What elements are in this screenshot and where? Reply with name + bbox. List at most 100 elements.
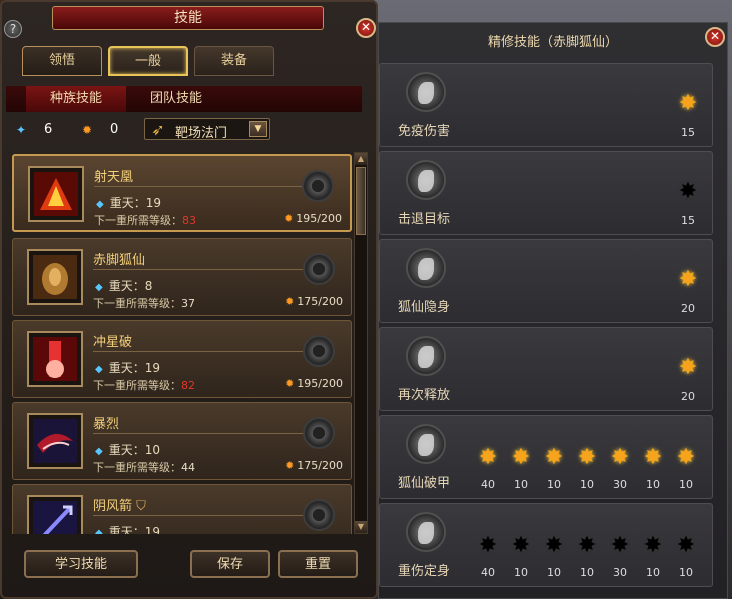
divider: [93, 269, 309, 270]
skills-window: 技能 ? ✕ 领悟 一般 装备 种族技能 团队技能 ✦ 6 ✹ 0 ➶ 靶场法门…: [0, 0, 378, 599]
fox-paw-icon: [406, 336, 446, 376]
star-lit-icon[interactable]: ✸: [575, 446, 599, 470]
refine-row[interactable]: 免疫伤害 ✸ 15: [379, 63, 713, 147]
refine-row[interactable]: 重伤定身 ✸ 40 ✸ 10 ✸ 10 ✸ 10 ✸ 30 ✸ 10 ✸ 10: [379, 503, 713, 587]
skill-list-scrollbar[interactable]: ▲ ▼: [354, 152, 368, 534]
skill-level: ◆ 重天：8: [95, 277, 152, 294]
star-cost-value: 30: [613, 478, 627, 491]
tab-equipment[interactable]: 装备: [194, 46, 274, 76]
star-cost-value: 10: [580, 566, 594, 579]
reset-button[interactable]: 重置: [278, 550, 358, 578]
next-level-row: 下一重所需等级：82: [93, 377, 195, 393]
next-level-row: 下一重所需等级：37: [93, 295, 195, 311]
diamond-icon: ◆: [95, 364, 103, 375]
skill-icon-frame: [27, 495, 83, 534]
refine-label: 狐仙破甲: [398, 476, 451, 491]
scroll-up-icon[interactable]: ▲: [355, 153, 367, 165]
star-empty-icon[interactable]: ✸: [676, 180, 700, 204]
level-label: 重天：19: [108, 525, 160, 534]
scroll-thumb[interactable]: [356, 167, 366, 235]
skill-slot-ring[interactable]: [302, 170, 334, 202]
skill-cost: ✹ 195/200: [284, 212, 342, 225]
refine-skill-panel: 精修技能（赤脚狐仙） 免疫伤害 ✸ 15 击退目标 ✸ 15 狐仙隐身 ✸ 20 再次释放 ✸ 20 狐…: [378, 22, 728, 599]
next-level-value: 37: [181, 297, 195, 310]
skill-level: ◆ 重天：19: [95, 359, 160, 376]
star-cost-value: 10: [679, 566, 693, 579]
star-empty-icon[interactable]: ✸: [542, 534, 566, 558]
orb-icon: ✹: [285, 295, 295, 308]
star-cost-value: 10: [514, 566, 528, 579]
cost-value: 175/200: [297, 459, 343, 472]
skill-slot-ring[interactable]: [303, 253, 335, 285]
star-cost-value: 10: [646, 478, 660, 491]
skill-name: 赤脚狐仙: [93, 253, 146, 268]
learn-skill-button[interactable]: 学习技能: [24, 550, 138, 578]
skill-name-text: 阴风箭: [93, 499, 133, 514]
skill-card[interactable]: 冲星破 ◆ 重天：19 下一重所需等级：82 ✹ 195/200: [12, 320, 352, 398]
next-level-label: 下一重所需等级：: [93, 461, 181, 474]
star-empty-icon[interactable]: ✸: [674, 534, 698, 558]
next-level-label: 下一重所需等级：: [93, 379, 181, 392]
points-bar: ✦ 6 ✹ 0 ➶ 靶场法门 ▼: [12, 118, 372, 141]
fox-paw-icon: [406, 512, 446, 552]
skill-name: 射天凰: [94, 170, 134, 185]
fox-paw-icon: [406, 72, 446, 112]
star-cost-value: 20: [681, 390, 695, 403]
skill-name: 暴烈: [93, 417, 120, 432]
cost-value: 195/200: [296, 212, 342, 225]
star-empty-icon[interactable]: ✸: [476, 534, 500, 558]
refine-row[interactable]: 再次释放 ✸ 20: [379, 327, 713, 411]
shadow-arrow-skill-icon: [33, 501, 77, 534]
skill-level: ◆ 重天：10: [95, 441, 160, 458]
star-lit-icon[interactable]: ✸: [509, 446, 533, 470]
star-lit-icon[interactable]: ✸: [608, 446, 632, 470]
skill-card[interactable]: 阴风箭 ⛉ ◆ 重天：19: [12, 484, 352, 534]
star-burst-skill-icon: [33, 337, 77, 381]
divider: [93, 433, 309, 434]
star-lit-icon[interactable]: ✸: [641, 446, 665, 470]
refine-row[interactable]: 狐仙隐身 ✸ 20: [379, 239, 713, 323]
refine-close-button[interactable]: ✕: [705, 27, 725, 47]
skill-card[interactable]: 射天凰 ◆ 重天：19 下一重所需等级：83 ✹ 195/200: [12, 154, 352, 232]
star-lit-icon[interactable]: ✸: [676, 268, 700, 292]
refine-row[interactable]: 击退目标 ✸ 15: [379, 151, 713, 235]
star-empty-icon[interactable]: ✸: [575, 534, 599, 558]
skill-slot-ring[interactable]: [303, 335, 335, 367]
star-empty-icon[interactable]: ✸: [509, 534, 533, 558]
cost-value: 175/200: [297, 295, 343, 308]
skill-slot-ring[interactable]: [303, 417, 335, 449]
star-lit-icon[interactable]: ✸: [676, 356, 700, 380]
star-empty-icon[interactable]: ✸: [641, 534, 665, 558]
star-empty-icon[interactable]: ✸: [608, 534, 632, 558]
star-lit-icon[interactable]: ✸: [676, 92, 700, 116]
skill-card[interactable]: 赤脚狐仙 ◆ 重天：8 下一重所需等级：37 ✹ 175/200: [12, 238, 352, 316]
close-button[interactable]: ✕: [356, 18, 376, 38]
fury-skill-icon: [33, 419, 77, 463]
tab-comprehend[interactable]: 领悟: [22, 46, 102, 76]
star-lit-icon[interactable]: ✸: [674, 446, 698, 470]
refine-label: 狐仙隐身: [398, 300, 451, 315]
refine-label: 免疫伤害: [398, 124, 451, 139]
scroll-down-icon[interactable]: ▼: [355, 521, 367, 533]
tab-team-skills[interactable]: 团队技能: [138, 86, 214, 112]
skill-slot-ring[interactable]: [303, 499, 335, 531]
skill-name: 冲星破: [93, 335, 133, 350]
skill-set-dropdown[interactable]: ➶ 靶场法门 ▼: [144, 118, 270, 141]
star-cost-value: 15: [681, 214, 695, 227]
save-button[interactable]: 保存: [190, 550, 270, 578]
skill-icon-frame: [27, 249, 83, 305]
tab-general[interactable]: 一般: [108, 46, 188, 76]
next-level-label: 下一重所需等级：: [93, 297, 181, 310]
divider: [94, 186, 310, 187]
star-lit-icon[interactable]: ✸: [542, 446, 566, 470]
skill-card[interactable]: 暴烈 ◆ 重天：10 下一重所需等级：44 ✹ 175/200: [12, 402, 352, 480]
cost-value: 195/200: [297, 377, 343, 390]
help-button[interactable]: ?: [4, 20, 22, 38]
next-level-row: 下一重所需等级：83: [94, 212, 196, 228]
refine-row[interactable]: 狐仙破甲 ✸ 40 ✸ 10 ✸ 10 ✸ 10 ✸ 30 ✸ 10 ✸ 10: [379, 415, 713, 499]
refine-label: 再次释放: [398, 388, 451, 403]
chevron-down-icon[interactable]: ▼: [249, 121, 267, 137]
refine-label: 击退目标: [398, 212, 451, 227]
tab-race-skills[interactable]: 种族技能: [26, 86, 126, 112]
star-lit-icon[interactable]: ✸: [476, 446, 500, 470]
